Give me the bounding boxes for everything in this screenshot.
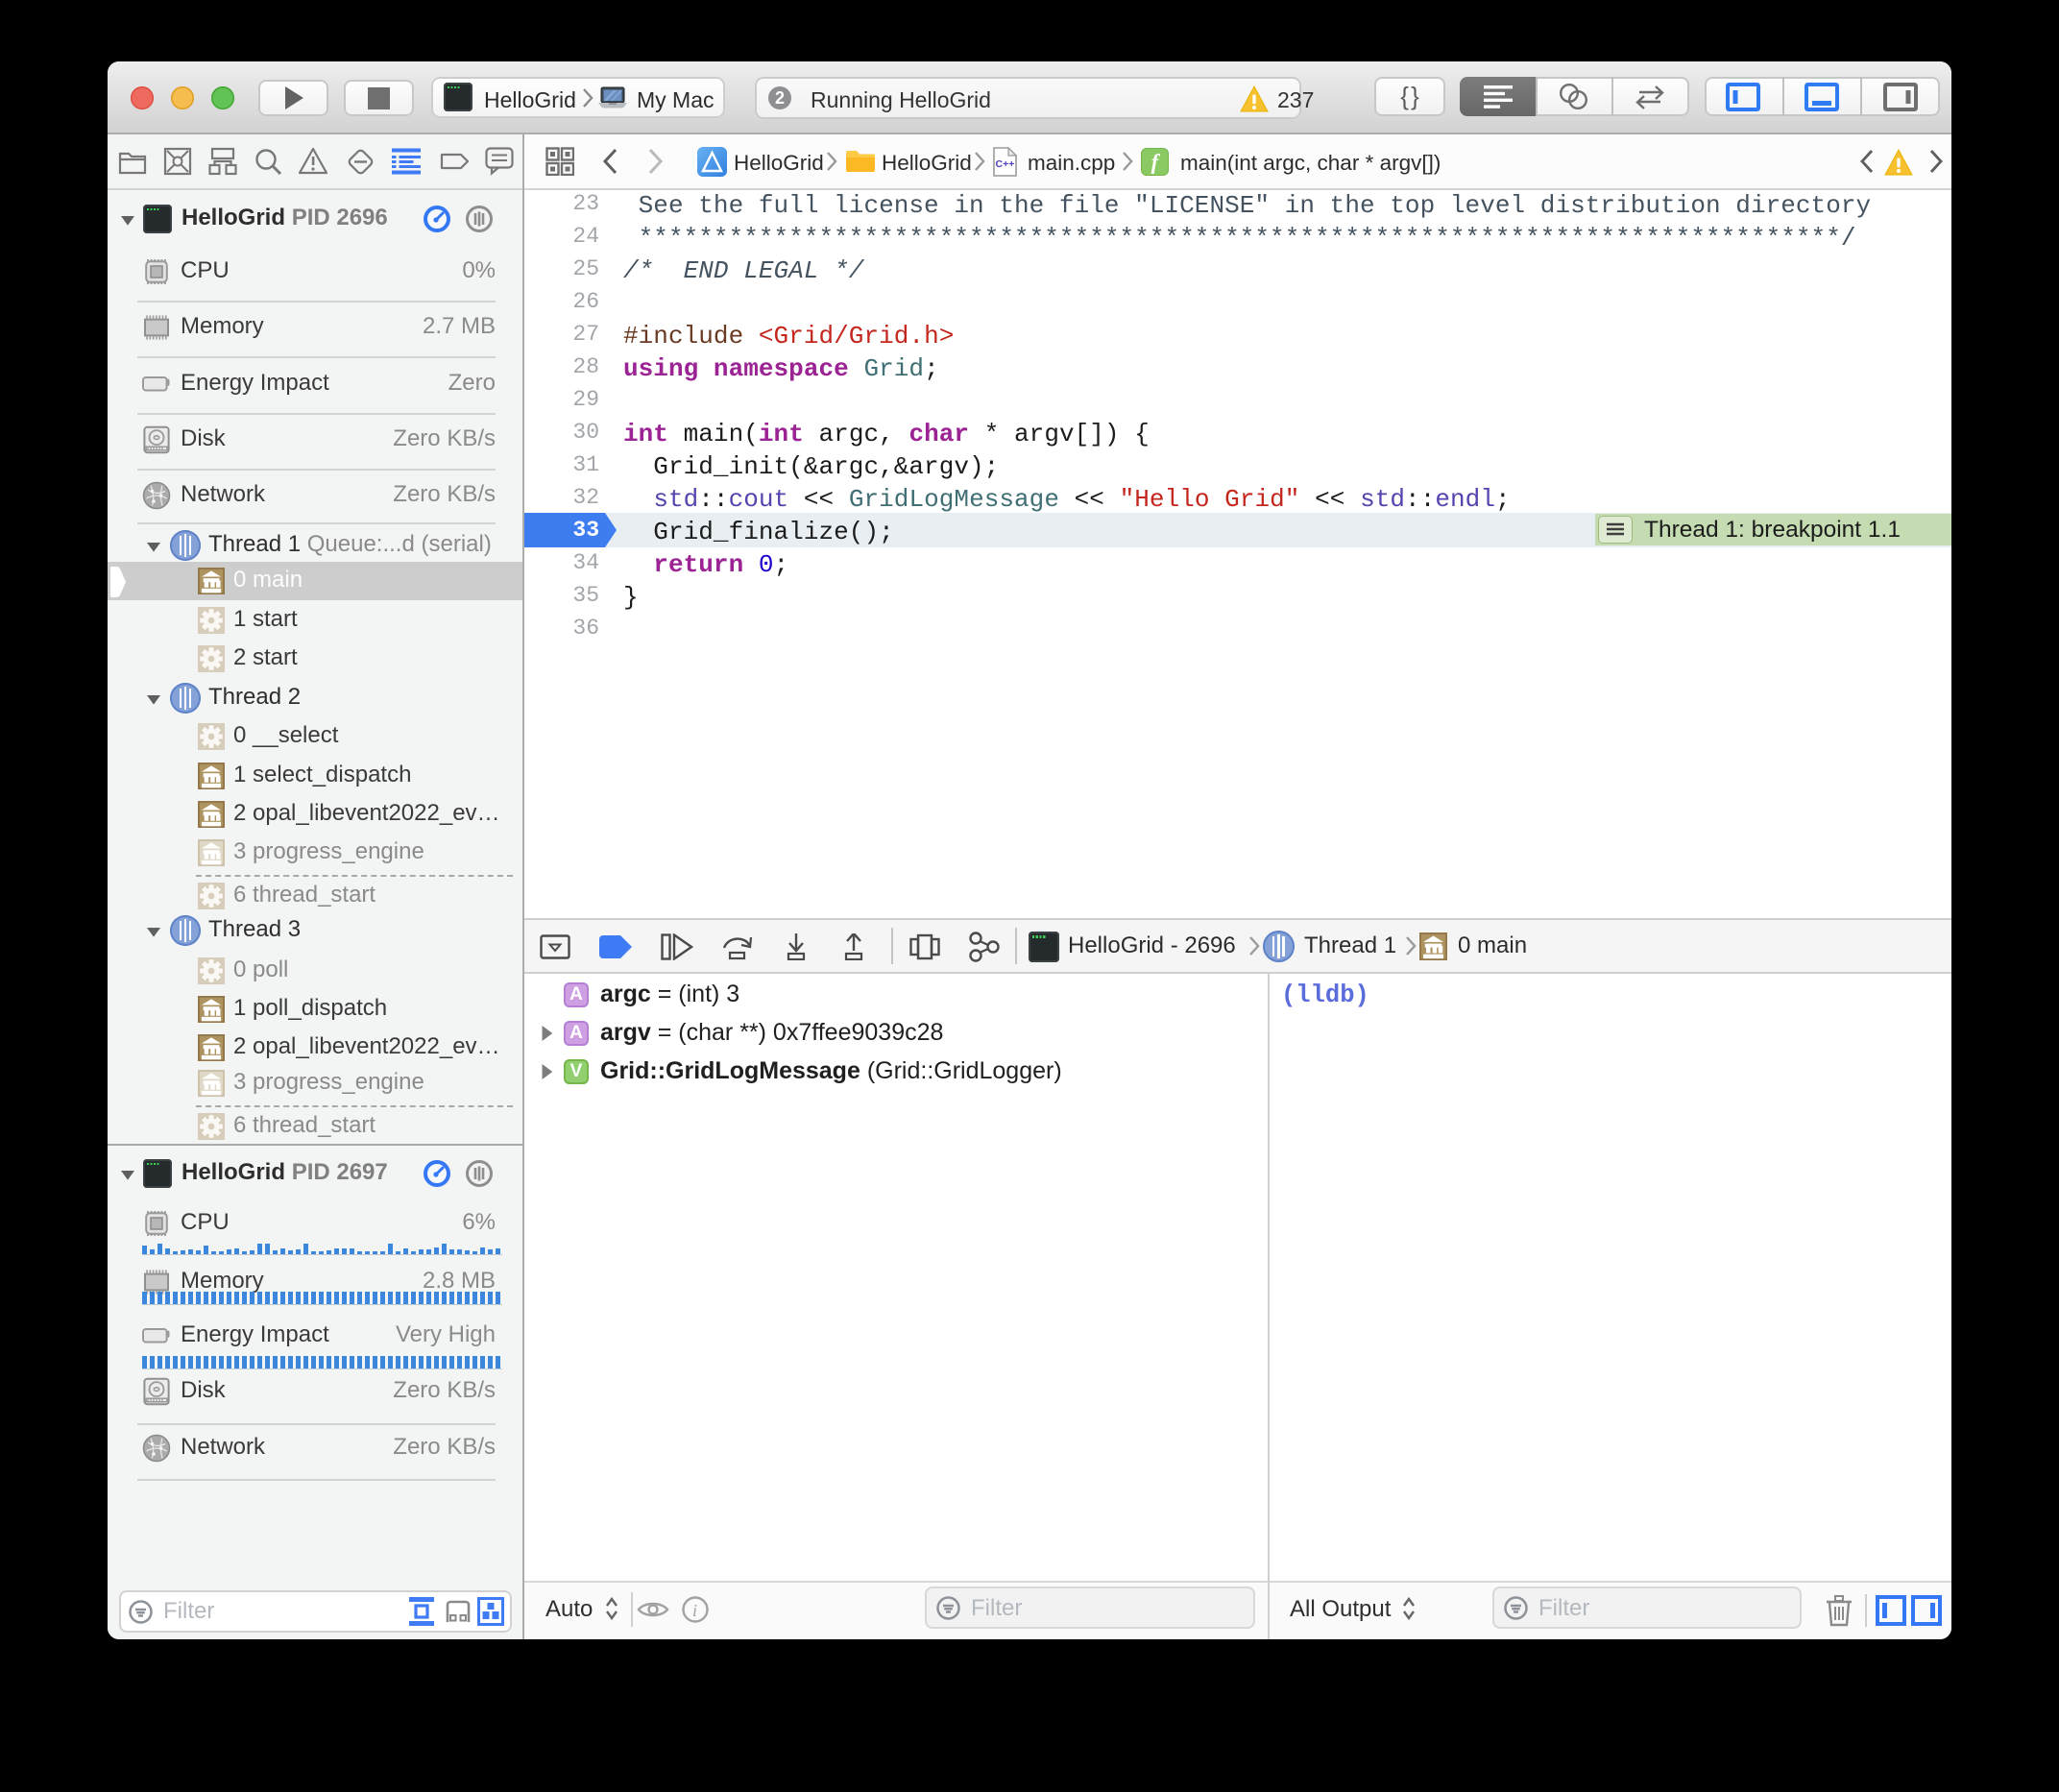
svg-text:i: i (692, 1601, 697, 1620)
svg-text:C++: C++ (996, 158, 1015, 170)
